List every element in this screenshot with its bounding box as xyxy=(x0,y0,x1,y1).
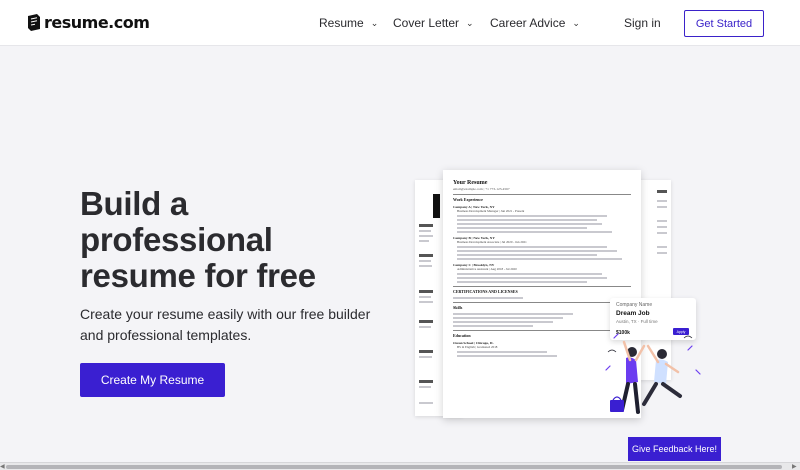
logo-text: resume.com xyxy=(44,13,150,32)
template-accent-bar xyxy=(433,194,440,218)
celebrating-people-illustration xyxy=(605,333,701,414)
template-line xyxy=(419,260,431,262)
template-line xyxy=(419,290,433,293)
nav-career-advice-label: Career Advice xyxy=(490,16,566,30)
template-line xyxy=(419,235,433,237)
scroll-left-arrow-icon[interactable]: ◀ xyxy=(0,463,5,470)
job-card-company: Company Name xyxy=(616,302,653,308)
resume-contact: email@example.com | +1 773-123-4567 xyxy=(453,187,510,191)
template-line xyxy=(657,232,667,234)
scrollbar-thumb[interactable] xyxy=(6,465,782,469)
chevron-down-icon: ⌄ xyxy=(466,17,474,28)
nav-career-advice[interactable]: Career Advice ⌄ xyxy=(490,16,580,30)
template-line xyxy=(419,301,433,303)
resume-bullet-line xyxy=(453,325,533,327)
resume-bullet-line xyxy=(457,250,617,252)
template-line xyxy=(657,226,667,228)
template-line xyxy=(419,296,431,298)
template-line xyxy=(657,220,667,222)
resume-bullet-line xyxy=(457,246,607,248)
nav-resume[interactable]: Resume ⌄ xyxy=(319,16,378,30)
site-logo[interactable]: resume.com xyxy=(27,13,150,32)
nav-cover-letter[interactable]: Cover Letter ⌄ xyxy=(393,16,474,30)
divider xyxy=(453,302,631,303)
sign-in-link[interactable]: Sign in xyxy=(624,16,661,30)
template-line xyxy=(419,254,433,257)
template-line xyxy=(419,224,433,227)
template-line xyxy=(657,190,667,193)
resume-section-work: Work Experience xyxy=(453,197,483,202)
resume-bullet-line xyxy=(453,317,563,319)
template-line xyxy=(657,206,667,208)
template-line xyxy=(419,402,433,404)
hero-subtitle: Create your resume easily with our free … xyxy=(80,306,371,343)
template-line xyxy=(419,265,432,267)
resume-bullet-line xyxy=(457,281,587,283)
resume-job-1-role: Business Development Manager | Jun 2021 … xyxy=(457,209,525,213)
resume-job-3-role: Administrative Assistant | Aug 2018 - Ju… xyxy=(457,267,517,271)
site-header: resume.com Resume ⌄ Cover Letter ⌄ Caree… xyxy=(0,0,800,46)
resume-bullet-line xyxy=(457,223,602,225)
template-line xyxy=(419,356,432,358)
job-card-location: Austin, TX · Full time xyxy=(616,319,658,324)
get-started-button[interactable]: Get Started xyxy=(684,10,764,37)
chevron-down-icon: ⌄ xyxy=(370,17,379,28)
resume-bullet-line xyxy=(457,355,557,357)
create-resume-button[interactable]: Create My Resume xyxy=(80,363,225,397)
template-line xyxy=(657,246,667,248)
resume-bullet-line xyxy=(457,215,607,217)
template-line xyxy=(419,240,429,242)
nav-cover-letter-label: Cover Letter xyxy=(393,16,460,30)
resume-bullet-line xyxy=(457,273,602,275)
resume-bullet-line xyxy=(457,227,587,229)
hero-title: Build a professional resume for free xyxy=(80,185,316,294)
resume-bullet-line xyxy=(457,254,597,256)
resume-bullet-line xyxy=(457,277,607,279)
divider xyxy=(453,194,631,195)
resume-section-skills: Skills xyxy=(453,305,463,310)
resume-bullet-line xyxy=(457,351,547,353)
resume-bullet-line xyxy=(453,297,523,299)
resume-bullet-line xyxy=(457,219,597,221)
template-line xyxy=(419,350,433,353)
nav-resume-label: Resume xyxy=(319,16,364,30)
chevron-down-icon: ⌄ xyxy=(572,17,580,28)
scroll-right-arrow-icon[interactable]: ▶ xyxy=(792,463,797,470)
horizontal-scrollbar[interactable]: ◀ ▶ xyxy=(0,462,800,470)
template-line xyxy=(419,380,433,383)
resume-bullet-line xyxy=(453,321,553,323)
job-card-title: Dream Job xyxy=(616,310,650,317)
resume-bullet-line xyxy=(457,231,612,233)
resume-illustration: Your Resume email@example.com | +1 773-1… xyxy=(410,160,710,430)
template-line xyxy=(419,386,431,388)
resume-bullet-line xyxy=(457,258,622,260)
template-line xyxy=(657,200,667,202)
resume-job-2-role: Business Development Associate | Jul 202… xyxy=(457,240,527,244)
give-feedback-button[interactable]: Give Feedback Here! xyxy=(628,437,721,461)
template-line xyxy=(419,230,431,232)
resume-name: Your Resume xyxy=(453,180,488,186)
template-line xyxy=(419,326,431,328)
template-line xyxy=(419,320,433,323)
resume-bullet-line xyxy=(453,313,573,315)
resume-section-certs: CERTIFICATIONS AND LICENSES xyxy=(453,289,518,294)
resume-logo-icon xyxy=(28,14,40,31)
divider xyxy=(453,286,631,287)
template-line xyxy=(657,252,667,254)
